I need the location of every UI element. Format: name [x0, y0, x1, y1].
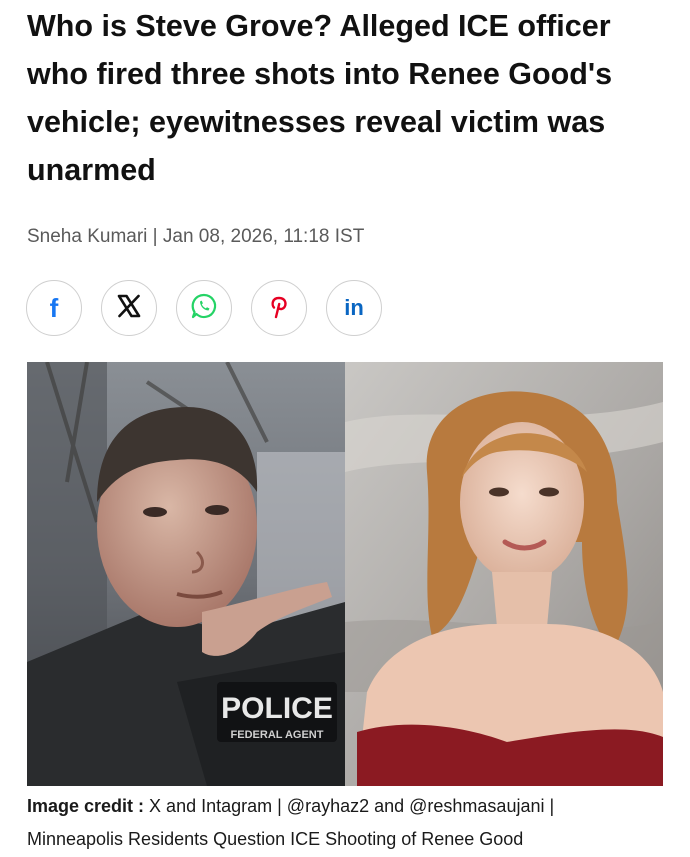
article-headline: Who is Steve Grove? Alleged ICE officer … — [27, 9, 613, 187]
caption-description: Minneapolis Residents Question ICE Shoot… — [27, 829, 524, 849]
image-caption: Image credit : X and Intagram | @rayhaz2… — [27, 790, 667, 856]
share-whatsapp-button[interactable] — [176, 280, 232, 336]
share-pinterest-button[interactable] — [251, 280, 307, 336]
share-x-button[interactable] — [101, 280, 157, 336]
share-facebook-button[interactable]: f — [26, 280, 82, 336]
article-hero-image: POLICE FEDERAL AGENT — [27, 362, 663, 786]
police-patch-subtext: FEDERAL AGENT — [231, 729, 324, 741]
officer-photo: POLICE FEDERAL AGENT — [27, 362, 345, 786]
pinterest-icon — [267, 293, 291, 324]
linkedin-icon: in — [344, 295, 364, 320]
victim-photo — [345, 362, 663, 786]
caption-credit-text: X and Intagram | @rayhaz2 and @reshmasau… — [144, 796, 555, 816]
article-byline: Sneha Kumari | Jan 08, 2026, 11:18 IST — [27, 226, 365, 247]
whatsapp-icon — [190, 292, 218, 325]
caption-label: Image credit : — [27, 796, 145, 816]
x-icon — [116, 293, 142, 324]
facebook-icon: f — [49, 292, 59, 323]
share-linkedin-button[interactable]: in — [326, 280, 382, 336]
share-bar: f in — [26, 280, 382, 336]
police-patch-text: POLICE — [221, 692, 333, 725]
